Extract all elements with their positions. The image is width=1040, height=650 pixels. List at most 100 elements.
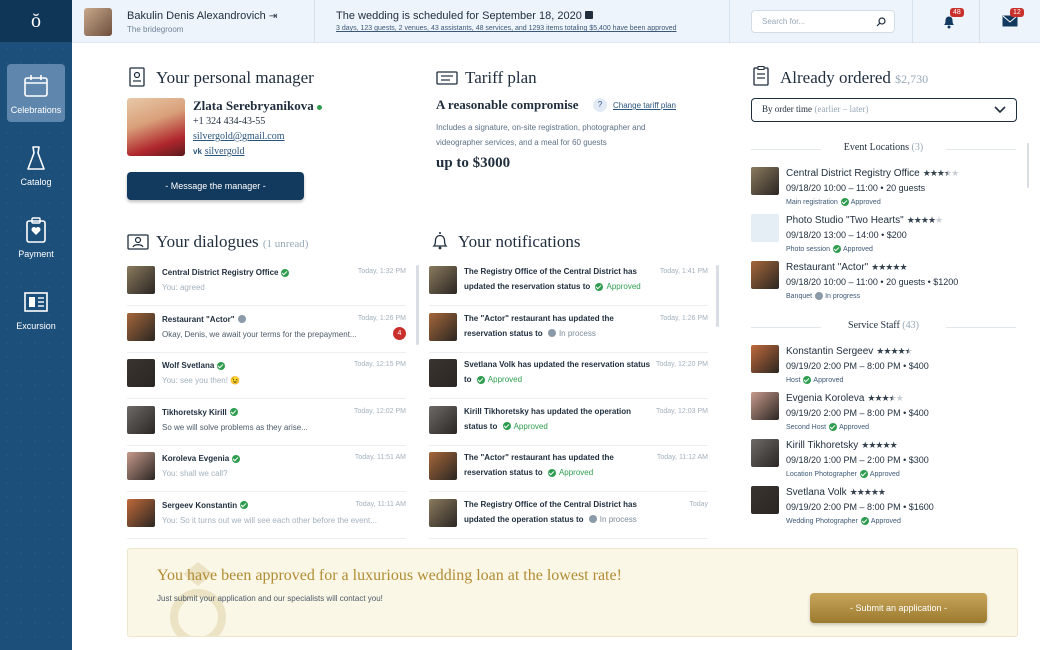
rating-stars: ★★★★★ <box>849 487 886 497</box>
vk-icon: vk <box>193 147 202 156</box>
dialogues-scrollbar[interactable] <box>416 265 419 345</box>
wedding-summary-link[interactable]: 3 days, 123 guests, 2 venues, 43 assista… <box>336 25 677 32</box>
star-icon: ★ <box>888 393 897 403</box>
manager-phone[interactable]: +1 324 434-43-55 <box>193 116 265 127</box>
notification-item[interactable]: The Registry Office of the Central Distr… <box>429 262 708 306</box>
submit-application-button[interactable]: - Submit an application - <box>810 593 987 623</box>
order-meta: Banquet In progress <box>786 292 860 300</box>
order-item[interactable]: Photo Studio "Two Hearts" ★★★★★ 09/18/20 1… <box>751 214 1016 260</box>
star-icon: ★ <box>922 168 931 178</box>
sidebar-item-excursion[interactable]: Excursion <box>7 280 65 338</box>
dialogue-item[interactable]: Tikhoretsky Kirill So we will solve probl… <box>127 402 406 446</box>
order-status: Approved <box>869 470 900 478</box>
dialogue-avatar <box>127 359 155 387</box>
order-name-text: Konstantin Sergeev <box>786 346 874 357</box>
dialogue-last-message: You: agreed <box>162 283 205 292</box>
checklist-icon <box>753 66 769 86</box>
dialogue-item[interactable]: Wolf Svetlana You: see you then! 😉 Today, … <box>127 355 406 399</box>
order-status: Approved <box>813 376 844 384</box>
order-name: Photo Studio "Two Hearts" ★★★★★ <box>786 215 943 226</box>
dialogue-item[interactable]: Sergeev Konstantin You: So it turns out w… <box>127 495 406 539</box>
change-tariff-link[interactable]: Change tariff plan <box>613 101 676 110</box>
logout-icon[interactable]: ⇥ <box>269 11 277 22</box>
order-thumb <box>751 392 779 420</box>
approved-icon <box>840 198 849 206</box>
top-bar: Bakulin Denis Alexandrovich ⇥ The brideg… <box>72 0 1040 43</box>
approved-icon <box>860 517 869 525</box>
banner-title: You have been approved for a luxurious w… <box>157 567 622 584</box>
manager-vk[interactable]: vk silvergold <box>193 146 245 157</box>
order-name-text: Photo Studio "Two Hearts" <box>786 215 904 226</box>
notification-item[interactable]: Kirill Tikhoretsky has updated the opera… <box>429 402 708 446</box>
sidebar-item-label: Celebrations <box>10 104 62 115</box>
star-icon: ★ <box>936 168 945 178</box>
dialogue-item[interactable]: Koroleva Evgenia You: shall we call? Today… <box>127 448 406 492</box>
notification-status: Approved <box>513 421 548 431</box>
sidebar-item-label: Catalog <box>20 176 52 187</box>
order-item[interactable]: Konstantin Sergeev ★★★★★ 09/19/20 2:00 PM … <box>751 345 1016 391</box>
manager-email[interactable]: silvergold@gmail.com <box>193 131 285 142</box>
tariff-price: up to $3000 <box>436 155 511 171</box>
sidebar-item-label: Excursion <box>16 320 56 331</box>
loan-banner: You have been approved for a luxurious w… <box>127 548 1018 637</box>
order-meta: Main registration Approved <box>786 198 881 206</box>
sidebar-item-catalog[interactable]: Catalog <box>7 136 65 194</box>
notification-item[interactable]: Svetlana Volk has updated the reservatio… <box>429 355 708 399</box>
notification-text: Svetlana Volk has updated the reservatio… <box>464 357 652 387</box>
gallery-icon <box>24 291 48 312</box>
dialogue-item[interactable]: Central District Registry Office You: agr… <box>127 262 406 306</box>
order-group-count: (43) <box>902 320 919 331</box>
notification-status: In process <box>599 514 637 524</box>
approved-icon <box>803 376 812 384</box>
order-details: 09/18/20 10:00 – 11:00 • 20 guests • $12… <box>786 277 959 287</box>
search-icon[interactable] <box>876 17 886 27</box>
star-icon: ★ <box>849 487 858 497</box>
order-item[interactable]: Kirill Tikhoretsky ★★★★★ 09/18/20 1:00 PM … <box>751 439 1016 485</box>
sidebar-item-payment[interactable]: Payment <box>7 208 65 266</box>
user-avatar[interactable] <box>84 8 112 36</box>
dialogue-item[interactable]: Restaurant "Actor" Okay, Denis, we await … <box>127 309 406 353</box>
notification-item[interactable]: The Registry Office of the Central Distr… <box>429 495 708 539</box>
order-meta: Photo session Approved <box>786 245 873 253</box>
sort-select[interactable]: By order time (earlier – later) <box>751 98 1017 122</box>
approved-icon <box>476 375 485 384</box>
notification-item[interactable]: The "Actor" restaurant has updated the r… <box>429 309 708 353</box>
verified-icon <box>229 408 238 417</box>
rating-stars: ★★★★★ <box>867 393 903 403</box>
approved-icon <box>859 470 868 478</box>
rating-stars: ★★★★★ <box>871 262 907 272</box>
approved-icon <box>832 245 841 253</box>
banner-subtitle: Just submit your application and our spe… <box>157 594 383 603</box>
user-role: The bridegroom <box>127 25 184 34</box>
order-name: Central District Registry Office ★★★★★ <box>786 168 959 179</box>
order-item[interactable]: Central District Registry Office ★★★★★ 09/… <box>751 167 1016 213</box>
in-process-icon <box>547 329 556 338</box>
verified-icon <box>232 454 241 463</box>
order-item[interactable]: Evgenia Koroleva ★★★★★ 09/19/20 2:00 PM – … <box>751 392 1016 438</box>
dialogue-last-message: You: see you then! 😉 <box>162 376 241 385</box>
notification-status: Approved <box>558 468 594 477</box>
sidebar-item-celebrations[interactable]: Celebrations <box>7 64 65 122</box>
order-name-text: Evgenia Koroleva <box>786 393 865 404</box>
order-status: In progress <box>825 292 861 300</box>
unverified-icon <box>237 315 246 324</box>
dialogue-time: Today, 1:26 PM <box>357 314 406 322</box>
order-details: 09/19/20 2:00 PM – 8:00 PM • $400 <box>786 408 929 418</box>
app-logo[interactable]: ŏ <box>0 0 72 42</box>
notification-thumb <box>429 405 457 434</box>
calendar-small-icon[interactable] <box>584 11 593 19</box>
order-item[interactable]: Svetlana Volk ★★★★★ 09/19/20 2:00 PM – 8:0… <box>751 486 1016 532</box>
verified-icon <box>217 361 226 370</box>
order-item[interactable]: Restaurant "Actor" ★★★★★ 09/18/20 10:00 – … <box>751 261 1016 307</box>
message-manager-button[interactable]: - Message the manager - <box>127 172 304 200</box>
notifications-scrollbar[interactable] <box>716 265 719 327</box>
user-name[interactable]: Bakulin Denis Alexandrovich ⇥ <box>127 10 277 22</box>
order-thumb <box>751 439 779 467</box>
help-icon[interactable]: ? <box>593 98 607 112</box>
notification-item[interactable]: The "Actor" restaurant has updated the r… <box>429 448 708 492</box>
in-progress-icon <box>815 292 824 300</box>
dialogue-last-message: Okay, Denis, we await your terms for the… <box>162 329 357 339</box>
ordered-scrollbar[interactable] <box>1027 143 1029 188</box>
order-name: Svetlana Volk ★★★★★ <box>786 487 886 498</box>
search-input[interactable]: Search for... <box>751 10 895 33</box>
